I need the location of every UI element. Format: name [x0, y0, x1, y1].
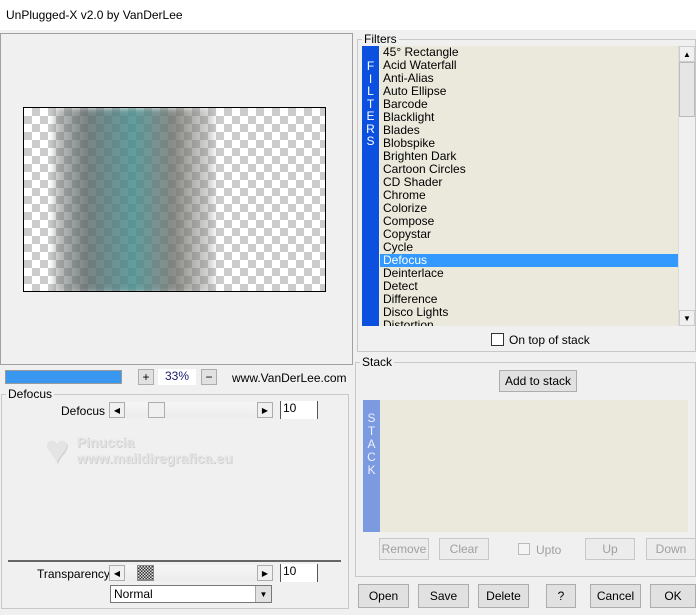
progress-bar: [5, 370, 122, 384]
defocus-value[interactable]: 10: [280, 401, 318, 419]
on-top-label: On top of stack: [509, 333, 590, 347]
transparency-slider-thumb[interactable]: [137, 565, 154, 581]
remove-button[interactable]: Remove: [379, 538, 429, 560]
upto-label: Upto: [536, 543, 562, 557]
stack-strip: STACK: [363, 400, 380, 532]
transparency-left-arrow-icon[interactable]: ◀: [109, 565, 125, 581]
zoom-level: 33%: [158, 369, 196, 385]
watermark: ♥ Pinuccia www.maildiregrafica.eu: [45, 428, 233, 472]
cancel-button[interactable]: Cancel: [590, 584, 641, 608]
filter-item[interactable]: Deinterlace: [380, 267, 678, 280]
window-title: UnPlugged-X v2.0 by VanDerLee: [6, 8, 183, 22]
preview-content: [54, 108, 214, 291]
filters-scrollbar[interactable]: ▲ ▼: [678, 46, 695, 326]
down-button[interactable]: Down: [646, 538, 696, 560]
scroll-up-icon[interactable]: ▲: [679, 46, 695, 62]
defocus-label: Defocus: [61, 404, 106, 418]
transparency-slider[interactable]: [126, 565, 257, 581]
title-bar: UnPlugged-X v2.0 by VanDerLee: [0, 0, 696, 30]
defocus-slider-thumb[interactable]: [148, 402, 165, 418]
up-button[interactable]: Up: [585, 538, 635, 560]
clear-button[interactable]: Clear: [439, 538, 489, 560]
help-button[interactable]: ?: [546, 584, 576, 608]
add-to-stack-button[interactable]: Add to stack: [499, 370, 577, 392]
save-button[interactable]: Save: [418, 584, 469, 608]
parameters-group-title: Defocus: [6, 387, 55, 401]
preview-panel: [0, 33, 353, 365]
filters-group-title: Filters: [362, 32, 399, 46]
upto-checkbox[interactable]: [518, 543, 530, 555]
scroll-thumb[interactable]: [679, 62, 695, 117]
defocus-left-arrow-icon[interactable]: ◀: [109, 402, 125, 418]
zoom-out-button[interactable]: −: [201, 369, 217, 385]
stack-list[interactable]: [380, 400, 688, 532]
transparency-label: Transparency: [37, 567, 110, 581]
scroll-down-icon[interactable]: ▼: [679, 310, 695, 326]
chevron-down-icon[interactable]: ▼: [255, 586, 271, 602]
defocus-right-arrow-icon[interactable]: ▶: [257, 402, 273, 418]
divider: [8, 560, 341, 562]
filter-item[interactable]: Copystar: [380, 228, 678, 241]
transparency-value[interactable]: 10: [280, 564, 318, 582]
blend-mode-select[interactable]: Normal ▼: [110, 585, 272, 603]
transparency-right-arrow-icon[interactable]: ▶: [257, 565, 273, 581]
preview-image[interactable]: [23, 107, 326, 292]
defocus-slider[interactable]: [126, 402, 257, 418]
filters-strip: FILTERS: [362, 46, 379, 326]
filter-item[interactable]: Blacklight: [380, 111, 678, 124]
stack-group-title: Stack: [360, 355, 395, 369]
zoom-in-button[interactable]: +: [138, 369, 154, 385]
filters-list[interactable]: 45° Rectangle Acid Waterfall Anti-Alias Aut…: [380, 46, 678, 326]
website-link[interactable]: www.VanDerLee.com: [232, 371, 347, 385]
on-top-checkbox[interactable]: [491, 333, 504, 346]
delete-button[interactable]: Delete: [478, 584, 529, 608]
blend-mode-value: Normal: [114, 587, 153, 601]
ok-button[interactable]: OK: [650, 584, 696, 608]
open-button[interactable]: Open: [358, 584, 409, 608]
filter-item[interactable]: Distortion: [380, 319, 678, 327]
